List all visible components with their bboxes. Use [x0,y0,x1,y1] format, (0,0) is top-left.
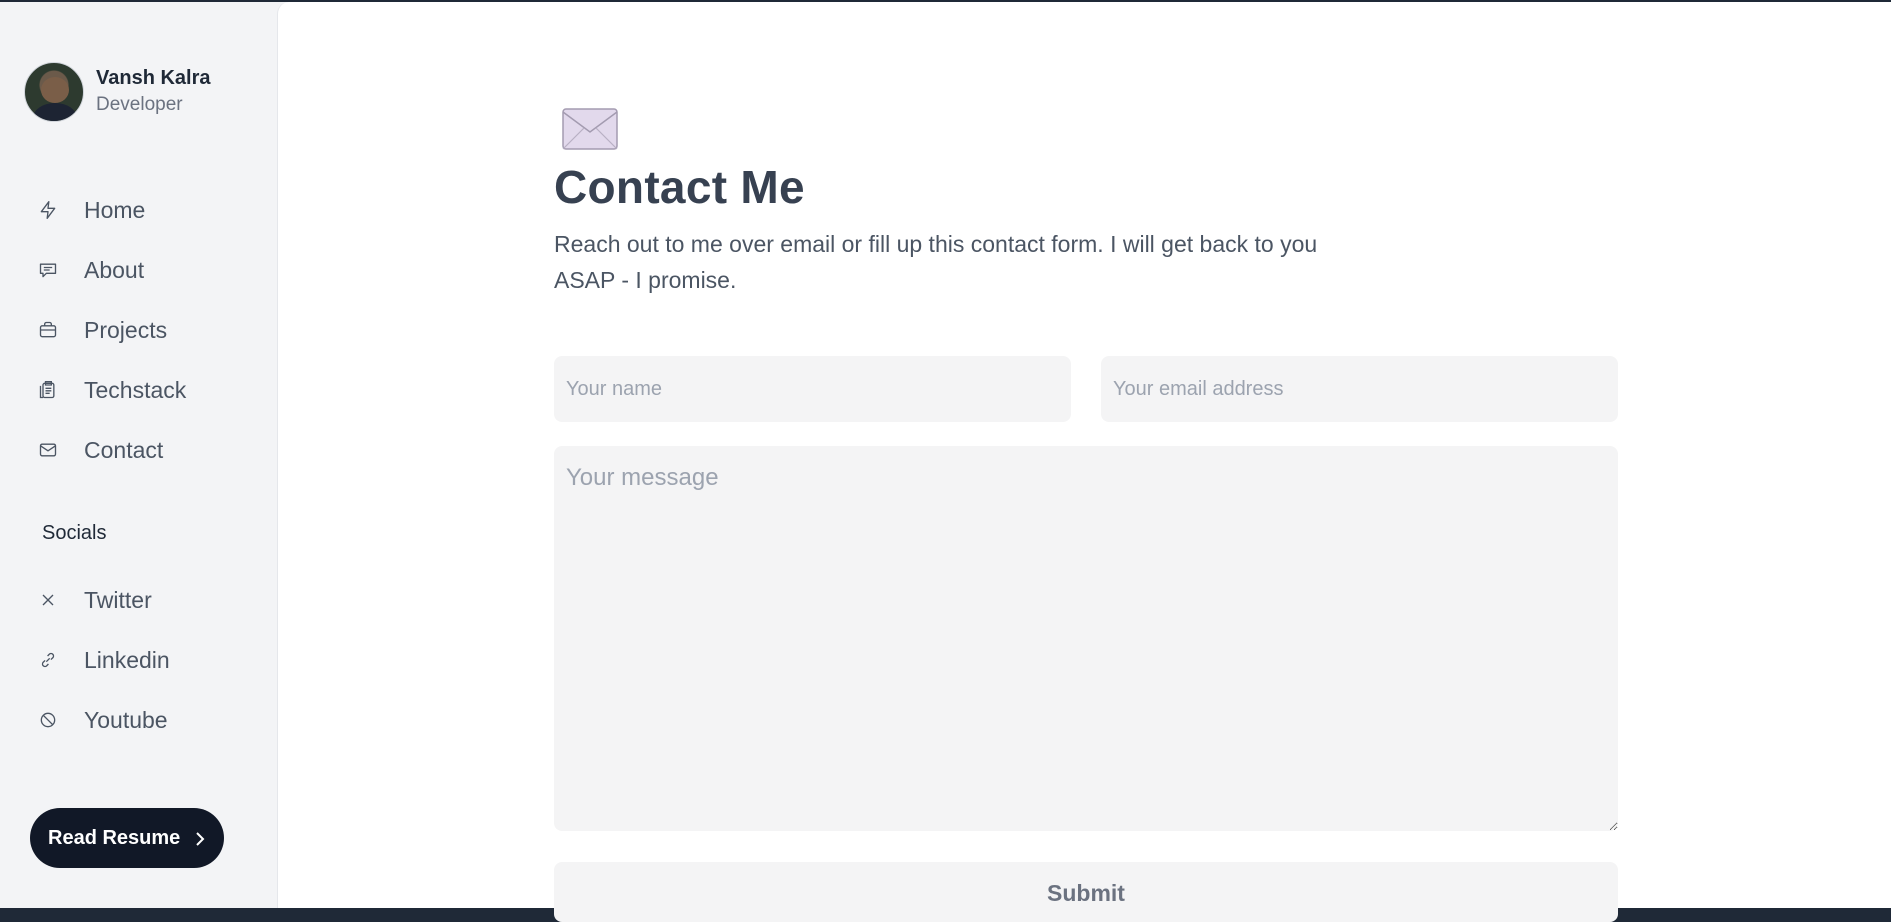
nav-item-label: Techstack [84,376,187,403]
nav-item-about[interactable]: About [36,240,186,300]
message-textarea[interactable] [554,446,1618,831]
page-title: Contact Me [554,161,805,213]
chat-bubble-icon [36,258,60,282]
envelope-icon [562,108,618,150]
social-item-linkedin[interactable]: Linkedin [36,630,170,690]
social-item-youtube[interactable]: Youtube [36,690,170,750]
read-resume-label: Read Resume [48,826,181,849]
nav-item-label: About [84,256,145,283]
link-icon [36,648,60,672]
mail-icon [36,438,60,462]
main-nav: Home About Projects Techstack Contact [36,180,186,480]
briefcase-icon [36,318,60,342]
profile-text: Vansh Kalra Developer [96,65,211,119]
app-frame: Vansh Kalra Developer Home About Project… [0,2,1891,922]
circle-slash-icon [36,708,60,732]
socials-heading: Socials [42,522,107,544]
name-input[interactable] [554,356,1071,422]
profile-name: Vansh Kalra [96,67,211,89]
social-item-label: Twitter [84,586,152,613]
nav-item-techstack[interactable]: Techstack [36,360,186,420]
nav-item-label: Home [84,196,146,223]
chevron-right-icon [192,830,208,846]
sidebar: Vansh Kalra Developer Home About Project… [0,2,277,908]
profile-role: Developer [96,94,183,115]
email-input[interactable] [1101,356,1618,422]
profile: Vansh Kalra Developer [24,62,211,122]
social-item-twitter[interactable]: Twitter [36,570,170,630]
x-icon [36,588,60,612]
nav-item-projects[interactable]: Projects [36,300,186,360]
nav-item-label: Projects [84,316,168,343]
read-resume-button[interactable]: Read Resume [30,808,224,868]
avatar [24,62,84,122]
nav-item-contact[interactable]: Contact [36,420,186,480]
page-description: Reach out to me over email or fill up th… [554,231,1318,293]
nav-item-home[interactable]: Home [36,180,186,240]
nav-item-label: Contact [84,436,164,463]
main-content: Contact Me Reach out to me over email or… [277,2,1891,922]
submit-label: Submit [1047,880,1125,906]
submit-button[interactable]: Submit [554,862,1618,922]
clipboard-icon [36,378,60,402]
social-item-label: Linkedin [84,646,170,673]
social-item-label: Youtube [84,706,168,733]
socials-nav: Twitter Linkedin Youtube [36,570,170,750]
bolt-icon [36,198,60,222]
